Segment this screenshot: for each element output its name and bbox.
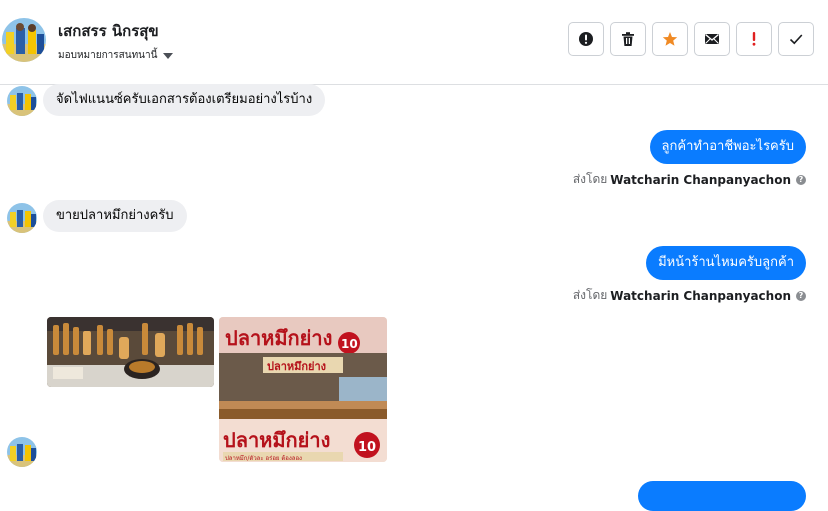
sent-by-prefix: ส่งโดย [572, 288, 608, 302]
photo-price: 10 [341, 337, 358, 351]
shared-photo[interactable] [47, 317, 214, 387]
assign-label: มอบหมายการสนทนานี้ [58, 50, 158, 61]
star-button[interactable] [652, 22, 688, 56]
incoming-message[interactable]: ขายปลาหมึกย่างครับ [43, 200, 187, 232]
contact-avatar[interactable] [2, 18, 46, 62]
contact-avatar-small [7, 437, 37, 467]
sent-by-prefix: ส่งโดย [572, 172, 608, 186]
contact-avatar-small [7, 203, 37, 233]
exclamation-icon [752, 32, 756, 46]
header-actions [568, 22, 814, 56]
alert-icon [579, 32, 593, 46]
photo-strip: ปลาหมึก/ตัวละ อร่อย ต้องลอง [225, 455, 302, 462]
photo-sign-bottom: ปลาหมึกย่าง [223, 428, 330, 452]
sent-by-label: ส่งโดย Watcharin Chanpanyachon ? [573, 286, 806, 305]
caret-down-icon [163, 53, 174, 59]
check-icon [789, 34, 803, 45]
mark-unread-button[interactable] [694, 22, 730, 56]
sent-by-agent: Watcharin Chanpanyachon [610, 288, 791, 303]
contact-name[interactable]: เสกสรร นิกรสุข [58, 19, 159, 43]
shared-photo[interactable]: ปลาหมึกย่าง 10 ปลาหมึกย่าง ปลาหมึกย่าง 1… [219, 317, 387, 462]
outgoing-message[interactable]: ลูกค้าทำอาชีพอะไรครับ [649, 130, 806, 164]
report-spam-button[interactable] [568, 22, 604, 56]
trash-icon [622, 32, 634, 46]
help-icon[interactable]: ? [796, 174, 806, 185]
photo-sign-top: ปลาหมึกย่าง [225, 326, 332, 350]
contact-avatar-small [7, 86, 37, 116]
mark-done-button[interactable] [778, 22, 814, 56]
sent-by-label: ส่งโดย Watcharin Chanpanyachon ? [573, 170, 806, 189]
follow-up-button[interactable] [736, 22, 772, 56]
sent-by-agent: Watcharin Chanpanyachon [610, 172, 791, 187]
incoming-message[interactable]: จัดไฟแนนซ์ครับเอกสารต้องเตรียมอย่างไรบ้า… [43, 84, 326, 116]
help-icon[interactable]: ? [796, 290, 806, 301]
mail-icon [705, 33, 719, 44]
outgoing-message[interactable]: มีหน้าร้านไหมครับลูกค้า [646, 246, 806, 280]
conversation-header: เสกสรร นิกรสุข มอบหมายการสนทนานี้ [0, 0, 828, 85]
photo-sign-sub: ปลาหมึกย่าง [267, 360, 326, 373]
photo-price-bottom: 10 [358, 440, 376, 455]
assign-conversation-dropdown[interactable]: มอบหมายการสนทนานี้ [58, 48, 174, 63]
delete-button[interactable] [610, 22, 646, 56]
star-icon [662, 32, 678, 46]
outgoing-message[interactable] [638, 481, 806, 511]
